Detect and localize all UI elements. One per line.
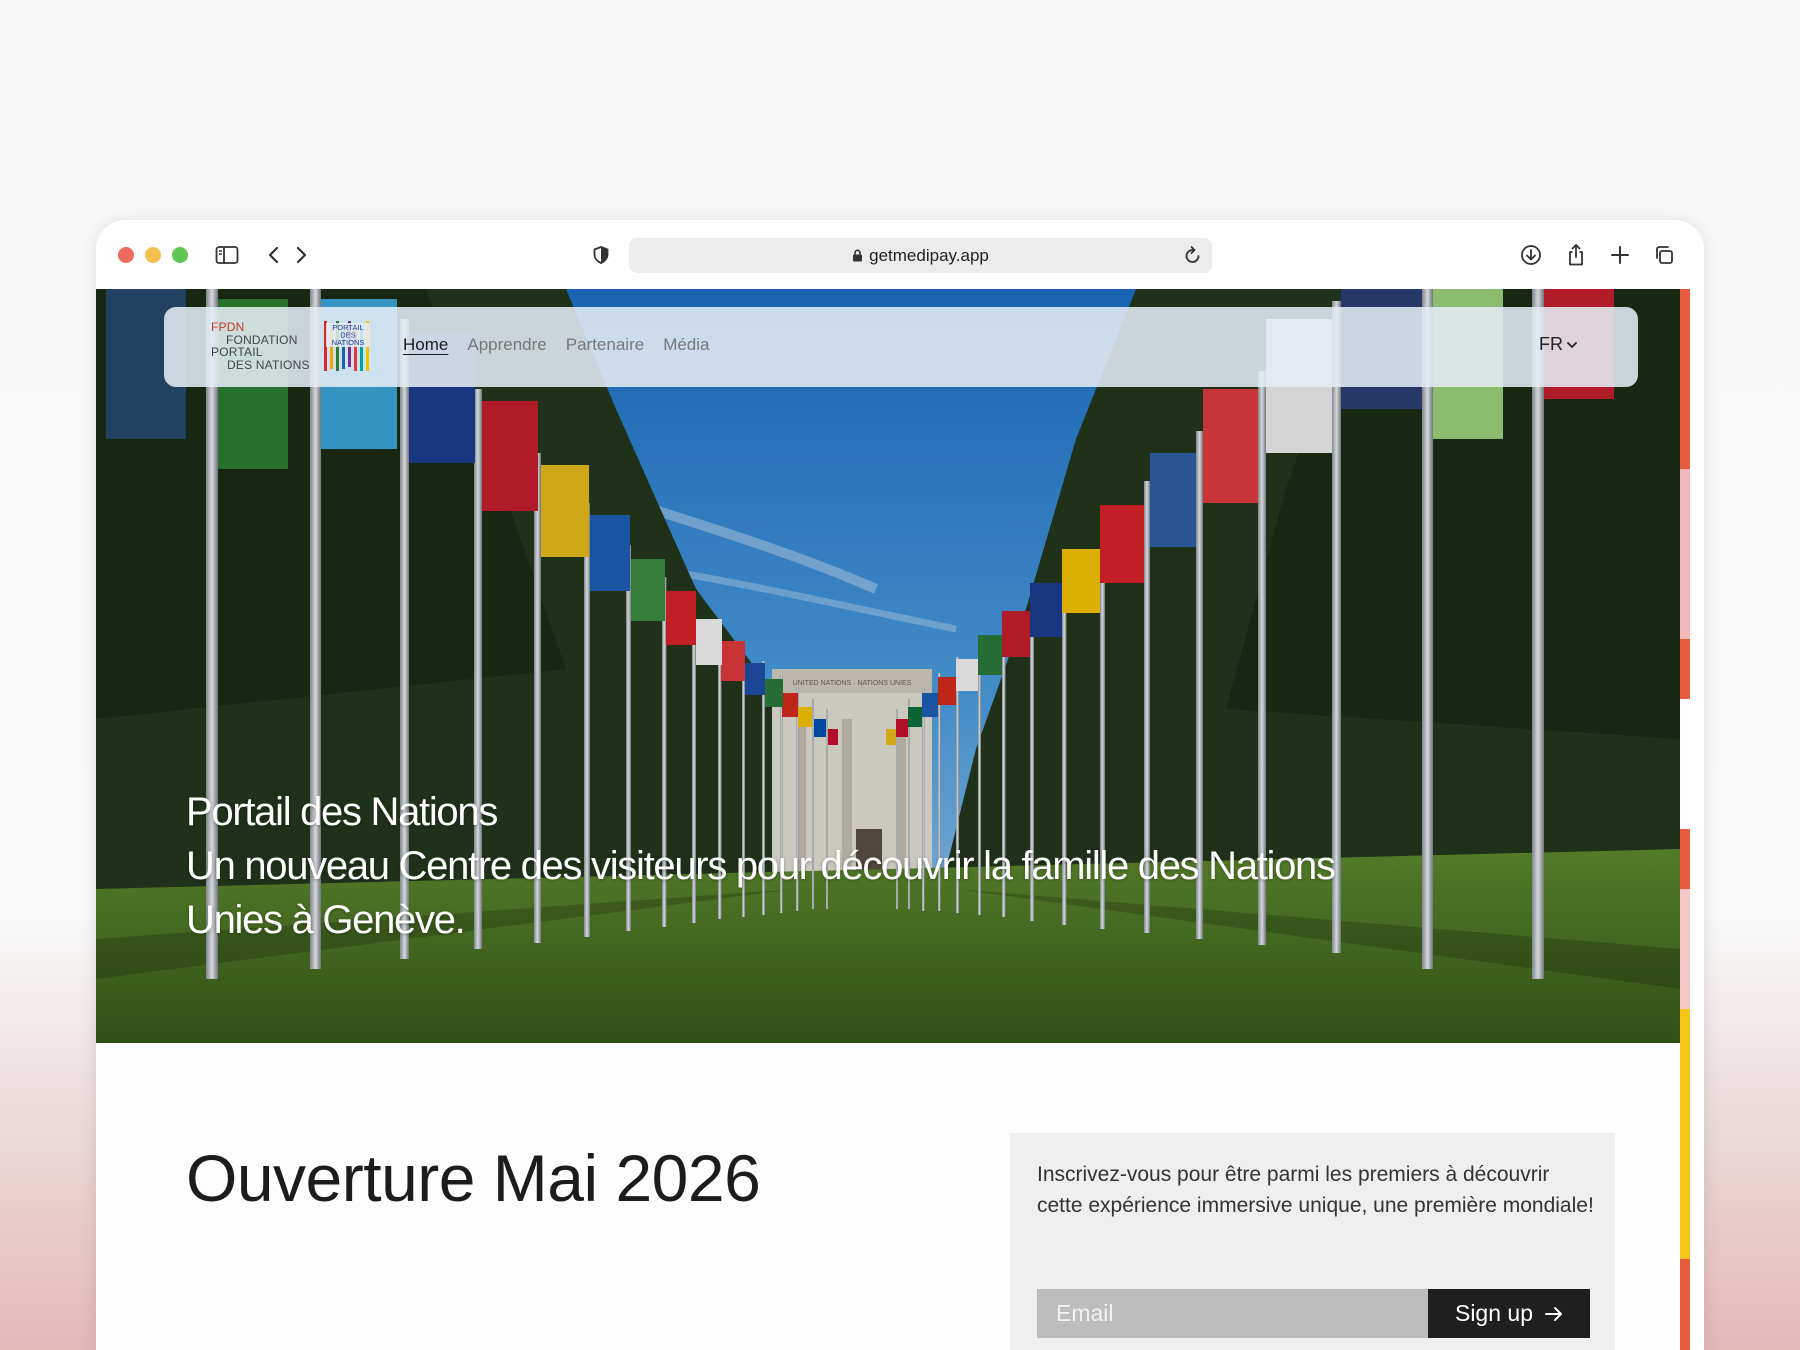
content-section: Ouverture Mai 2026 Inscrivez-vous pour ê… <box>96 1043 1680 1350</box>
email-input[interactable] <box>1037 1289 1428 1338</box>
site-navbar: FPDN FONDATION PORTAIL DES NATIONS PORTA… <box>164 307 1638 387</box>
language-label: FR <box>1539 334 1563 354</box>
svg-text:NATIONS: NATIONS <box>332 338 365 347</box>
back-icon[interactable] <box>259 240 289 270</box>
nav-link-home[interactable]: Home <box>403 335 448 355</box>
logo-line-4: DES NATIONS <box>227 357 310 372</box>
decorative-color-strip <box>1680 289 1704 1350</box>
tabs-overview-icon[interactable] <box>1649 240 1679 270</box>
shield-icon[interactable] <box>586 240 616 270</box>
foundation-logo[interactable]: FPDN FONDATION PORTAIL DES NATIONS <box>211 321 310 371</box>
opening-heading: Ouverture Mai 2026 <box>186 1141 761 1215</box>
new-tab-icon[interactable] <box>1605 240 1635 270</box>
minimize-window-button[interactable] <box>145 247 161 263</box>
browser-toolbar: getmedipay.app <box>96 220 1704 289</box>
lock-icon <box>852 249 863 262</box>
language-selector[interactable]: FR <box>1539 334 1578 355</box>
share-icon[interactable] <box>1561 240 1591 270</box>
portail-logo-mark[interactable]: PORTAIL DES NATIONS <box>324 321 372 376</box>
maximize-window-button[interactable] <box>172 247 188 263</box>
close-window-button[interactable] <box>118 247 134 263</box>
signup-button[interactable]: Sign up <box>1428 1289 1590 1338</box>
hero-subtitle-line-2: Unies à Genève. <box>186 898 466 942</box>
sidebar-icon[interactable] <box>212 240 242 270</box>
logo-line-3: PORTAIL <box>211 345 263 359</box>
arrow-right-icon <box>1545 1306 1562 1321</box>
signup-button-label: Sign up <box>1454 1300 1533 1326</box>
hero-text: Portail des Nations Un nouveau Centre de… <box>186 785 1336 947</box>
address-bar[interactable]: getmedipay.app <box>629 238 1212 273</box>
browser-window: getmedipay.app FPDN FONDATION PORTAIL DE… <box>96 220 1704 1350</box>
signup-description: Inscrivez-vous pour être parmi les premi… <box>1037 1163 1594 1217</box>
forward-icon[interactable] <box>286 240 316 270</box>
url-text: getmedipay.app <box>869 245 989 265</box>
hero-title: Portail des Nations <box>186 790 498 834</box>
download-icon[interactable] <box>1516 240 1546 270</box>
nav-link-media[interactable]: Média <box>663 335 709 355</box>
logo-line-1: FPDN <box>211 320 245 334</box>
chevron-down-icon <box>1567 341 1577 348</box>
reload-icon[interactable] <box>1184 245 1202 265</box>
main-nav: Home Apprendre Partenaire Média <box>403 335 710 355</box>
hero-section: UNITED NATIONS · NATIONS UNIES <box>96 289 1680 1043</box>
nav-link-apprendre[interactable]: Apprendre <box>467 335 546 355</box>
hero-subtitle-line-1: Un nouveau Centre des visiteurs pour déc… <box>186 844 1336 888</box>
signup-card: Inscrivez-vous pour être parmi les premi… <box>1010 1133 1615 1350</box>
nav-link-partenaire[interactable]: Partenaire <box>566 335 644 355</box>
